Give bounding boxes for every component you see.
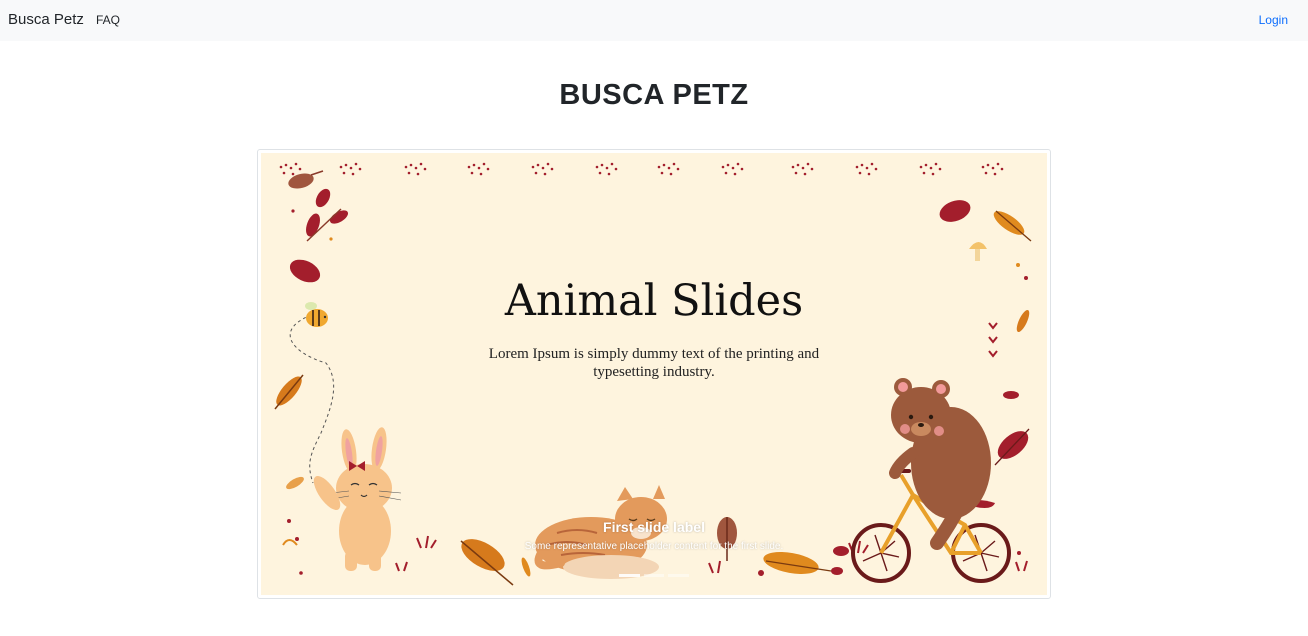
carousel-indicator-3[interactable] (668, 574, 690, 577)
carousel-slide: Animal Slides Lorem Ipsum is simply dumm… (261, 153, 1047, 595)
left-leaves-decor (274, 170, 349, 575)
nav-link-faq[interactable]: FAQ (96, 13, 120, 27)
carousel-indicator-1[interactable] (619, 574, 640, 577)
caption-title: First slide label (603, 519, 705, 535)
top-grass-decor (279, 162, 1004, 176)
slide-title: Animal Slides (504, 276, 804, 326)
login-link[interactable]: Login (1259, 13, 1288, 27)
page-title: BUSCA PETZ (559, 79, 749, 111)
carousel-caption: First slide label Some representative pl… (261, 519, 1047, 552)
carousel-indicators (619, 574, 690, 577)
bee-decor (289, 302, 335, 484)
brand-link[interactable]: Busca Petz (8, 11, 84, 28)
slide-text: Lorem Ipsum is simply dummy text of the … (488, 346, 820, 380)
carousel-indicator-2[interactable] (643, 574, 665, 577)
top-navbar: Busca Petz FAQ Login (0, 0, 1308, 41)
carousel[interactable]: Animal Slides Lorem Ipsum is simply dumm… (257, 149, 1051, 599)
caption-text: Some representative placeholder content … (524, 541, 784, 552)
